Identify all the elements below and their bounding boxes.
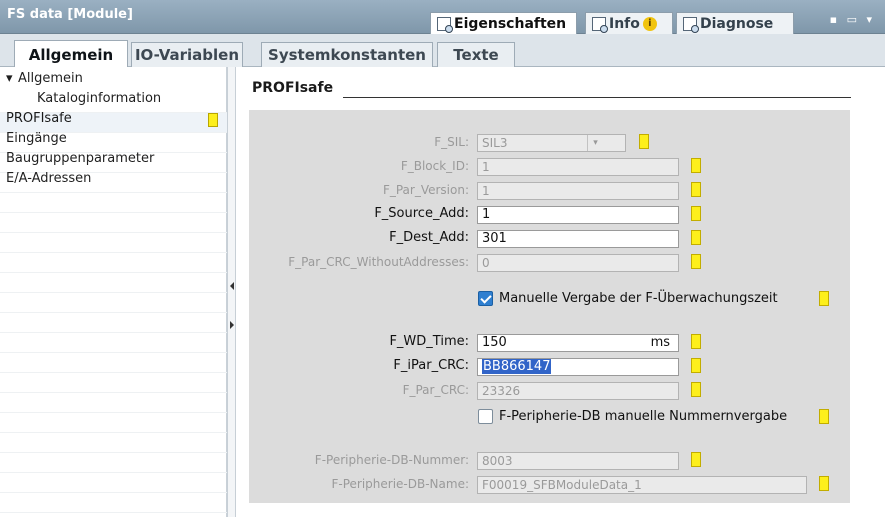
f-par-crc-label: F_Par_CRC: [402, 383, 469, 397]
nav-row-line [0, 293, 227, 313]
expand-arrow-icon[interactable]: ▾ [6, 71, 13, 86]
tab-info-label: Info [609, 15, 640, 32]
f-block-id-label: F_Block_ID: [400, 159, 469, 173]
manual-db-label: F-Peripherie-DB manuelle Nummernvergabe [499, 409, 788, 424]
nav-row-line [0, 353, 227, 373]
nav-tree: ▾ Allgemein Kataloginformation PROFIsafe… [0, 67, 227, 517]
section-divider [343, 97, 851, 98]
nav-row-line [0, 273, 227, 293]
nav-item-eingaenge[interactable]: Eingänge [6, 131, 67, 146]
nav-row-line [0, 473, 227, 493]
nav-row-line [0, 193, 227, 213]
f-wd-time-unit: ms [650, 335, 670, 350]
expand-right-icon[interactable] [230, 321, 234, 329]
tab-texte[interactable]: Texte [437, 42, 515, 67]
nav-row-line [0, 433, 227, 453]
f-par-crc-wo-field: 0 [477, 254, 679, 272]
tab-io-variablen[interactable]: IO-Variablen [131, 42, 243, 67]
db-name-field: F00019_SFBModuleData_1 [477, 476, 807, 494]
f-par-crc-marker [691, 382, 701, 397]
f-par-version-marker [691, 182, 701, 197]
nav-status-marker [208, 113, 218, 127]
manual-wd-checkbox[interactable] [478, 291, 493, 306]
manual-db-marker [819, 409, 829, 424]
manual-db-checkbox[interactable] [478, 409, 493, 424]
nav-row-line [0, 413, 227, 433]
f-par-crc-wo-label: F_Par_CRC_WithoutAddresses: [288, 255, 469, 269]
window-title: FS data [Module] [7, 7, 133, 22]
manual-wd-label: Manuelle Vergabe der F-Überwachungszeit [499, 291, 778, 306]
f-dest-add-label: F_Dest_Add: [389, 230, 469, 245]
tab-info[interactable]: Info i [585, 12, 673, 34]
diagnostics-icon [683, 16, 699, 33]
f-source-add-input[interactable]: 1 [477, 206, 679, 224]
f-source-add-marker [691, 206, 701, 221]
f-wd-time-value: 150 [482, 335, 507, 350]
f-sil-dropdown[interactable]: SIL3 ▾ [477, 134, 626, 152]
info-icon [592, 16, 608, 33]
info-badge-icon: i [642, 16, 657, 31]
nav-row-line [0, 313, 227, 333]
nav-item-baugruppenparameter[interactable]: Baugruppenparameter [6, 151, 154, 166]
inspector-title-bar: FS data [Module] Eigenschaften Info i Di… [0, 0, 885, 34]
f-wd-time-marker [691, 334, 701, 349]
tab-properties[interactable]: Eigenschaften [430, 12, 577, 34]
nav-row-line [0, 253, 227, 273]
tab-systemkonstanten[interactable]: Systemkonstanten [261, 42, 433, 67]
nav-row-line [0, 453, 227, 473]
properties-icon [437, 16, 453, 33]
db-number-marker [691, 452, 701, 467]
f-source-add-label: F_Source_Add: [374, 206, 469, 221]
f-wd-time-input[interactable]: 150 ms [477, 334, 679, 352]
f-sil-value: SIL3 [482, 136, 508, 150]
nav-item-profisafe[interactable]: PROFIsafe [6, 111, 72, 126]
tab-properties-label: Eigenschaften [454, 15, 567, 32]
f-ipar-crc-input[interactable]: BB866147 [477, 358, 679, 376]
db-number-field: 8003 [477, 452, 679, 470]
f-sil-label: F_SIL: [434, 135, 469, 149]
tab-allgemein[interactable]: Allgemein [14, 40, 128, 68]
dropdown-arrow-icon[interactable]: ▾ [587, 135, 603, 151]
profisafe-section: PROFIsafe F_SIL: SIL3 ▾ F_Block_ID: 1 F_… [237, 67, 885, 517]
nav-row-line [0, 393, 227, 413]
db-name-marker [819, 476, 829, 491]
collapse-left-icon[interactable] [230, 282, 234, 290]
tab-diagnostics[interactable]: Diagnose [676, 12, 794, 34]
nav-item-kataloginformation[interactable]: Kataloginformation [37, 91, 161, 106]
f-sil-marker [639, 134, 649, 149]
window-controls-icon[interactable]: ▪ ▭ ▾ [830, 13, 875, 26]
f-par-version-field: 1 [477, 182, 679, 200]
tab-diagnostics-label: Diagnose [700, 15, 774, 32]
f-wd-time-label: F_WD_Time: [389, 334, 469, 349]
f-ipar-crc-marker [691, 358, 701, 373]
section-title: PROFIsafe [252, 80, 334, 96]
manual-wd-marker [819, 291, 829, 306]
nav-row-line [0, 493, 227, 513]
nav-item-ea-adressen[interactable]: E/A-Adressen [6, 171, 91, 186]
f-ipar-crc-label: F_iPar_CRC: [393, 358, 469, 373]
f-block-id-field: 1 [477, 158, 679, 176]
nav-row-line [0, 213, 227, 233]
f-par-version-label: F_Par_Version: [382, 183, 469, 197]
f-dest-add-input[interactable]: 301 [477, 230, 679, 248]
f-dest-add-marker [691, 230, 701, 245]
properties-tab-row: Allgemein IO-Variablen Systemkonstanten … [0, 34, 885, 68]
f-par-crc-wo-marker [691, 254, 701, 269]
nav-item-allgemein[interactable]: Allgemein [18, 71, 83, 86]
f-ipar-crc-value: BB866147 [482, 359, 552, 374]
nav-row-line [0, 333, 227, 353]
f-par-crc-field: 23326 [477, 382, 679, 400]
profisafe-panel: F_SIL: SIL3 ▾ F_Block_ID: 1 F_Par_Versio… [249, 110, 850, 503]
db-name-label: F-Peripherie-DB-Name: [331, 477, 469, 491]
pane-splitter[interactable] [227, 67, 236, 517]
db-number-label: F-Peripherie-DB-Nummer: [314, 453, 469, 467]
nav-row-line [0, 233, 227, 253]
nav-row-line [0, 373, 227, 393]
f-block-id-marker [691, 158, 701, 173]
